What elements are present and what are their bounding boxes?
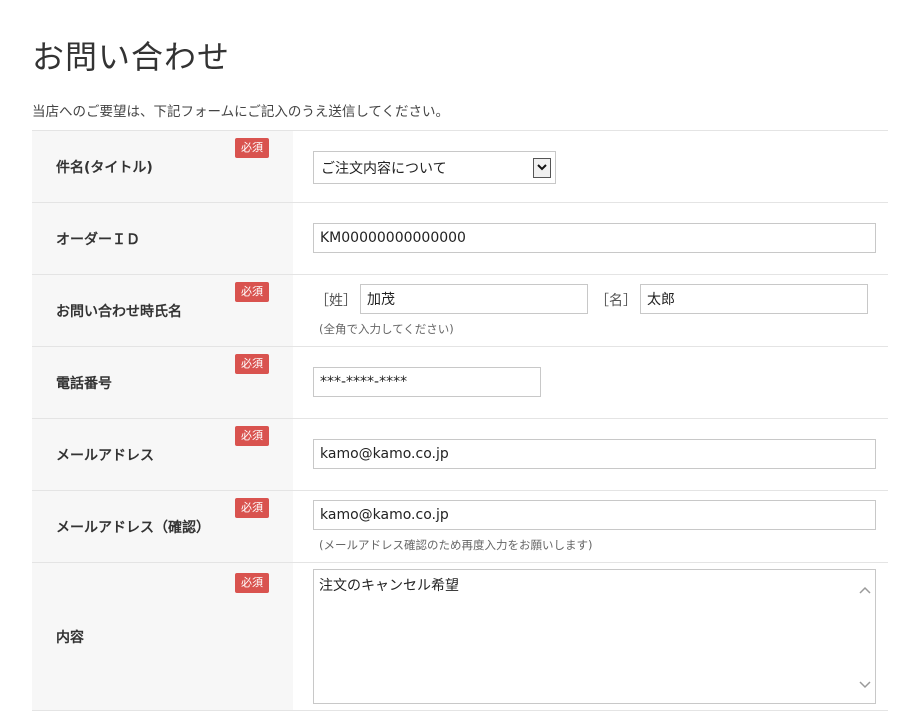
- row-label-name: お問い合わせ時氏名 必須: [32, 275, 293, 346]
- first-name-input[interactable]: [640, 284, 868, 314]
- subject-select[interactable]: ご注文内容について: [313, 151, 556, 184]
- required-badge: 必須: [235, 573, 269, 593]
- email-confirm-label: メールアドレス（確認）: [56, 519, 210, 536]
- last-name-input[interactable]: [360, 284, 588, 314]
- row-label-content: 内容 必須: [32, 563, 293, 710]
- order-id-input[interactable]: [313, 223, 876, 253]
- name-label: お問い合わせ時氏名: [56, 303, 182, 320]
- form-row-name: お問い合わせ時氏名 必須 ［姓］ ［名］ (全角で入力してください): [32, 275, 888, 347]
- row-field-email: [293, 419, 888, 490]
- required-badge: 必須: [235, 138, 269, 158]
- row-label-order-id: オーダーＩＤ: [32, 203, 293, 274]
- form-row-order-id: オーダーＩＤ: [32, 203, 888, 275]
- row-label-phone: 電話番号 必須: [32, 347, 293, 418]
- required-badge: 必須: [235, 426, 269, 446]
- form-row-subject: 件名(タイトル) 必須 ご注文内容について: [32, 131, 888, 203]
- row-field-order-id: [293, 203, 888, 274]
- required-badge: 必須: [235, 354, 269, 374]
- page-title: お問い合わせ: [32, 38, 231, 76]
- form-row-phone: 電話番号 必須: [32, 347, 888, 419]
- form-row-email-confirm: メールアドレス（確認） 必須 (メールアドレス確認のため再度入力をお願いします): [32, 491, 888, 563]
- content-textarea[interactable]: 注文のキャンセル希望: [313, 569, 876, 704]
- page-lead-text: 当店へのご要望は、下記フォームにご記入のうえ送信してください。: [32, 104, 450, 120]
- contact-page: お問い合わせ 当店へのご要望は、下記フォームにご記入のうえ送信してください。 件…: [0, 0, 914, 724]
- row-field-subject: ご注文内容について: [293, 131, 888, 202]
- email-input[interactable]: [313, 439, 876, 469]
- row-label-email: メールアドレス 必須: [32, 419, 293, 490]
- content-label: 内容: [56, 629, 84, 646]
- row-field-name: ［姓］ ［名］ (全角で入力してください): [293, 275, 888, 346]
- chevron-up-icon[interactable]: [857, 582, 873, 598]
- phone-input[interactable]: [313, 367, 541, 397]
- required-badge: 必須: [235, 498, 269, 518]
- row-field-phone: [293, 347, 888, 418]
- name-note: (全角で入力してください): [319, 322, 454, 336]
- subject-label: 件名(タイトル): [56, 159, 153, 176]
- email-confirm-input[interactable]: [313, 500, 876, 530]
- form-row-email: メールアドレス 必須: [32, 419, 888, 491]
- row-field-content: 注文のキャンセル希望: [293, 563, 888, 710]
- subject-select-value: ご注文内容について: [321, 160, 447, 177]
- phone-label: 電話番号: [56, 375, 112, 392]
- chevron-down-icon[interactable]: [857, 677, 873, 693]
- form-row-content: 内容 必須 注文のキャンセル希望: [32, 563, 888, 711]
- required-badge: 必須: [235, 282, 269, 302]
- email-confirm-note: (メールアドレス確認のため再度入力をお願いします): [319, 538, 593, 552]
- first-name-prefix: ［名］: [595, 293, 637, 309]
- row-label-subject: 件名(タイトル) 必須: [32, 131, 293, 202]
- contact-form: 件名(タイトル) 必須 ご注文内容について オーダーＩＤ KM000000000…: [32, 130, 888, 711]
- chevron-down-icon[interactable]: [533, 157, 551, 178]
- last-name-prefix: ［姓］: [315, 293, 357, 309]
- row-field-email-confirm: (メールアドレス確認のため再度入力をお願いします): [293, 491, 888, 562]
- row-label-email-confirm: メールアドレス（確認） 必須: [32, 491, 293, 562]
- order-id-label: オーダーＩＤ: [56, 231, 140, 248]
- content-textarea-text: 注文のキャンセル希望: [319, 578, 459, 594]
- email-label: メールアドレス: [56, 447, 154, 464]
